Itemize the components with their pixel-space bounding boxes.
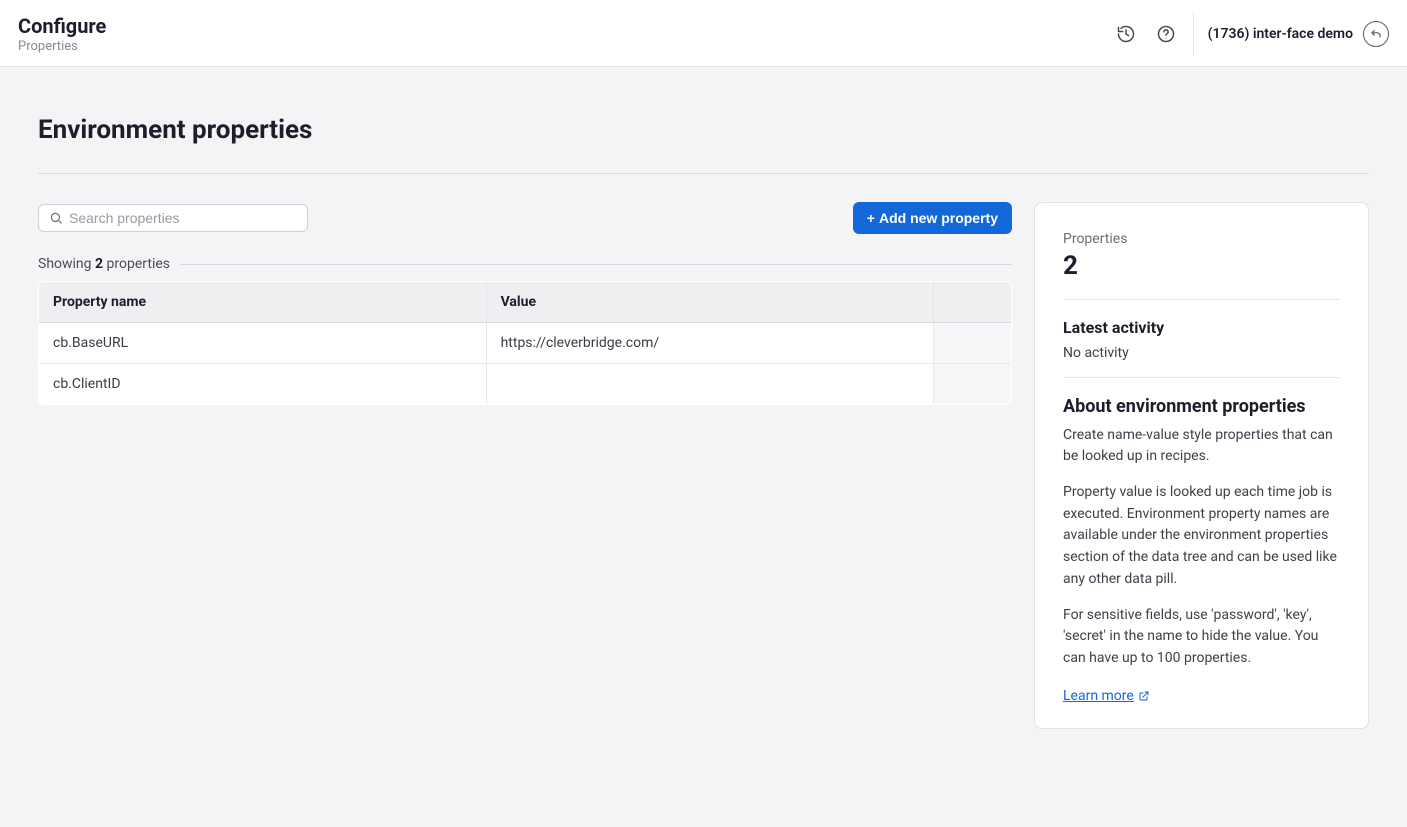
top-header: Configure Properties (1736) inter-face d… xyxy=(0,0,1407,67)
header-subtitle: Properties xyxy=(18,39,106,54)
table-row[interactable]: cb.ClientID xyxy=(39,364,1012,405)
header-title: Configure xyxy=(18,15,106,37)
cell-actions[interactable] xyxy=(934,323,1012,364)
add-new-property-button[interactable]: + Add new property xyxy=(853,202,1012,234)
search-input[interactable] xyxy=(69,210,297,226)
account-label: (1736) inter-face demo xyxy=(1208,26,1353,42)
left-column: + Add new property Showing 2 properties xyxy=(38,202,1012,405)
side-about-p3: For sensitive fields, use 'password', 'k… xyxy=(1063,605,1340,670)
side-about-label: About environment properties xyxy=(1063,396,1340,417)
side-about-p2: Property value is looked up each time jo… xyxy=(1063,482,1340,590)
cell-actions[interactable] xyxy=(934,364,1012,405)
table-row[interactable]: cb.BaseURL https://cleverbridge.com/ xyxy=(39,323,1012,364)
side-rule-1 xyxy=(1063,299,1340,300)
side-card: Properties 2 Latest activity No activity… xyxy=(1034,202,1369,729)
side-rule-2 xyxy=(1063,377,1340,378)
learn-more-link[interactable]: Learn more xyxy=(1063,688,1150,704)
external-link-icon xyxy=(1138,690,1150,702)
plus-icon: + xyxy=(867,210,875,226)
learn-more-label: Learn more xyxy=(1063,688,1134,704)
search-icon xyxy=(49,211,63,225)
cell-name: cb.ClientID xyxy=(39,364,487,405)
count-text: Showing 2 properties xyxy=(38,256,180,272)
col-header-actions xyxy=(934,282,1012,323)
col-header-value: Value xyxy=(486,282,934,323)
col-header-name: Property name xyxy=(39,282,487,323)
header-right: (1736) inter-face demo xyxy=(1113,13,1389,55)
cell-value: https://cleverbridge.com/ xyxy=(486,323,934,364)
count-line xyxy=(180,264,1012,265)
history-icon[interactable] xyxy=(1113,21,1139,47)
controls-row: + Add new property xyxy=(38,202,1012,234)
add-button-label: Add new property xyxy=(879,210,998,226)
cell-name: cb.BaseURL xyxy=(39,323,487,364)
side-activity-value: No activity xyxy=(1063,343,1340,365)
cell-value xyxy=(486,364,934,405)
count-row: Showing 2 properties xyxy=(38,256,1012,272)
back-icon[interactable] xyxy=(1363,21,1389,47)
side-properties-label: Properties xyxy=(1063,231,1340,247)
two-column-layout: + Add new property Showing 2 properties xyxy=(38,202,1369,729)
page-body: Environment properties + xyxy=(0,67,1407,827)
side-about-p1: Create name-value style properties that … xyxy=(1063,425,1340,468)
header-left: Configure Properties xyxy=(18,15,106,54)
search-box[interactable] xyxy=(38,204,308,232)
side-activity-label: Latest activity xyxy=(1063,318,1340,337)
header-divider xyxy=(1193,13,1194,55)
title-rule xyxy=(38,173,1369,174)
account-area[interactable]: (1736) inter-face demo xyxy=(1208,21,1389,47)
right-column: Properties 2 Latest activity No activity… xyxy=(1034,202,1369,729)
help-icon[interactable] xyxy=(1153,21,1179,47)
side-properties-count: 2 xyxy=(1063,251,1340,281)
page-title: Environment properties xyxy=(38,115,1369,145)
content-wrap: Environment properties + xyxy=(38,115,1369,729)
properties-table: Property name Value cb.BaseURL https://c… xyxy=(38,281,1012,405)
